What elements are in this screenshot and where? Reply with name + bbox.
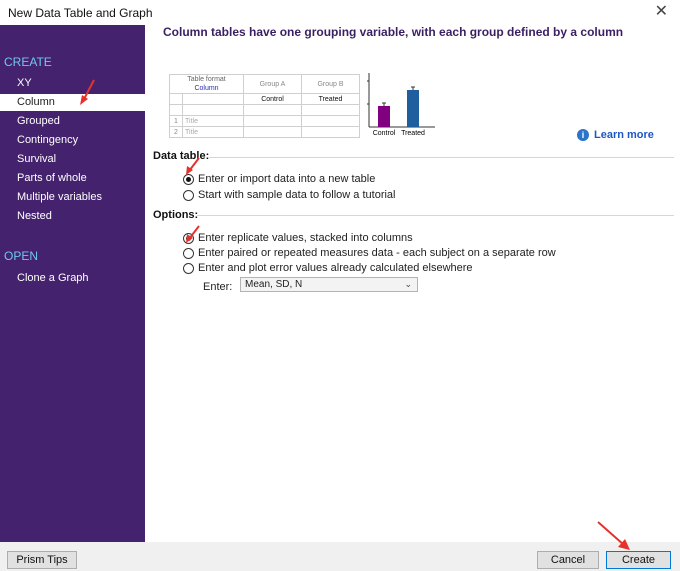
radio-button[interactable] (183, 262, 194, 274)
group-b-name: Treated (318, 95, 343, 103)
row-number: 2 (169, 126, 183, 138)
treated-tick-label: Treated (401, 130, 425, 137)
sidebar-item-multiple-variables[interactable]: Multiple variables (0, 189, 145, 206)
sidebar: CREATE XY Column Grouped Contingency Sur… (0, 25, 145, 542)
format-spacer-cell (169, 104, 183, 116)
create-header: CREATE (4, 55, 52, 69)
enter-format-select[interactable]: Mean, SD, N ⌄ (240, 277, 418, 292)
group-a-name-cell: Control (243, 93, 302, 105)
row-title: Title (182, 115, 244, 127)
data-cell (301, 115, 360, 127)
footer-bar: Prism Tips Cancel Create (0, 542, 680, 571)
table-format-value: Column (194, 85, 219, 92)
cancel-button[interactable]: Cancel (537, 551, 599, 569)
format-spacer-cell (243, 104, 302, 116)
radio-button[interactable] (183, 173, 194, 185)
main-panel: Column tables have one grouping variable… (145, 25, 680, 542)
radio-label: Enter replicate values, stacked into col… (198, 232, 413, 244)
info-icon: i (577, 129, 589, 141)
radio-sample-data[interactable]: Start with sample data to follow a tutor… (183, 188, 395, 202)
radio-label: Enter paired or repeated measures data -… (198, 247, 556, 259)
learn-more-link[interactable]: i Learn more (577, 129, 654, 141)
radio-label: Enter or import data into a new table (198, 173, 376, 185)
sidebar-item-survival[interactable]: Survival (0, 151, 145, 168)
chevron-down-icon: ⌄ (404, 279, 412, 289)
data-table-divider (209, 157, 674, 158)
radio-paired-data[interactable]: Enter paired or repeated measures data -… (183, 246, 556, 260)
group-b-label: Group B (317, 80, 344, 88)
select-value: Mean, SD, N (245, 279, 303, 290)
close-icon[interactable]: ✕ (655, 2, 668, 22)
prism-tips-button[interactable]: Prism Tips (7, 551, 77, 569)
radio-enter-import[interactable]: Enter or import data into a new table (183, 172, 375, 186)
table-format-label: Table format (187, 76, 226, 83)
sidebar-item-xy[interactable]: XY (0, 75, 145, 92)
radio-button[interactable] (183, 189, 194, 201)
window-title: New Data Table and Graph (8, 6, 153, 20)
open-header: OPEN (4, 249, 39, 263)
control-tick-label: Control (373, 130, 396, 137)
format-spacer-cell (182, 104, 244, 116)
table-format-preview: Table format Column Group A Group B Cont… (169, 74, 360, 138)
data-cell (301, 126, 360, 138)
learn-more-label: Learn more (594, 129, 654, 141)
row-title: Title (182, 126, 244, 138)
format-spacer-cell (301, 104, 360, 116)
row-number: 1 (169, 115, 183, 127)
group-b-header: Group B (301, 74, 360, 94)
sidebar-item-clone-a-graph[interactable]: Clone a Graph (0, 270, 145, 287)
radio-label: Enter and plot error values already calc… (198, 262, 473, 274)
radio-button[interactable] (183, 232, 194, 244)
sidebar-item-parts-of-whole[interactable]: Parts of whole (0, 170, 145, 187)
control-bar (378, 106, 390, 127)
data-cell (243, 126, 302, 138)
enter-label: Enter: (203, 281, 233, 293)
table-row: 1 Title (169, 115, 360, 127)
options-label: Options: (153, 209, 199, 221)
title-bar: New Data Table and Graph ✕ (0, 0, 680, 25)
sidebar-item-nested[interactable]: Nested (0, 208, 145, 225)
create-button[interactable]: Create (606, 551, 671, 569)
sidebar-item-column[interactable]: Column (0, 94, 145, 111)
format-spacer-cell (182, 93, 244, 105)
data-table-label: Data table: (153, 150, 210, 162)
column-graph-preview: Control Treated (367, 73, 435, 137)
group-a-header: Group A (243, 74, 302, 94)
radio-replicate-values[interactable]: Enter replicate values, stacked into col… (183, 231, 413, 245)
treated-bar (407, 90, 419, 127)
sidebar-item-contingency[interactable]: Contingency (0, 132, 145, 149)
format-spacer-cell (169, 93, 183, 105)
sidebar-item-grouped[interactable]: Grouped (0, 113, 145, 130)
group-b-name-cell: Treated (301, 93, 360, 105)
group-a-name: Control (261, 95, 284, 103)
page-heading: Column tables have one grouping variable… (163, 25, 624, 39)
table-row: 2 Title (169, 126, 360, 138)
format-header-cell: Table format Column (169, 74, 244, 94)
radio-button[interactable] (183, 247, 194, 259)
radio-error-values[interactable]: Enter and plot error values already calc… (183, 261, 473, 275)
group-a-label: Group A (259, 80, 286, 88)
radio-label: Start with sample data to follow a tutor… (198, 189, 396, 201)
options-divider (197, 215, 674, 216)
data-cell (243, 115, 302, 127)
